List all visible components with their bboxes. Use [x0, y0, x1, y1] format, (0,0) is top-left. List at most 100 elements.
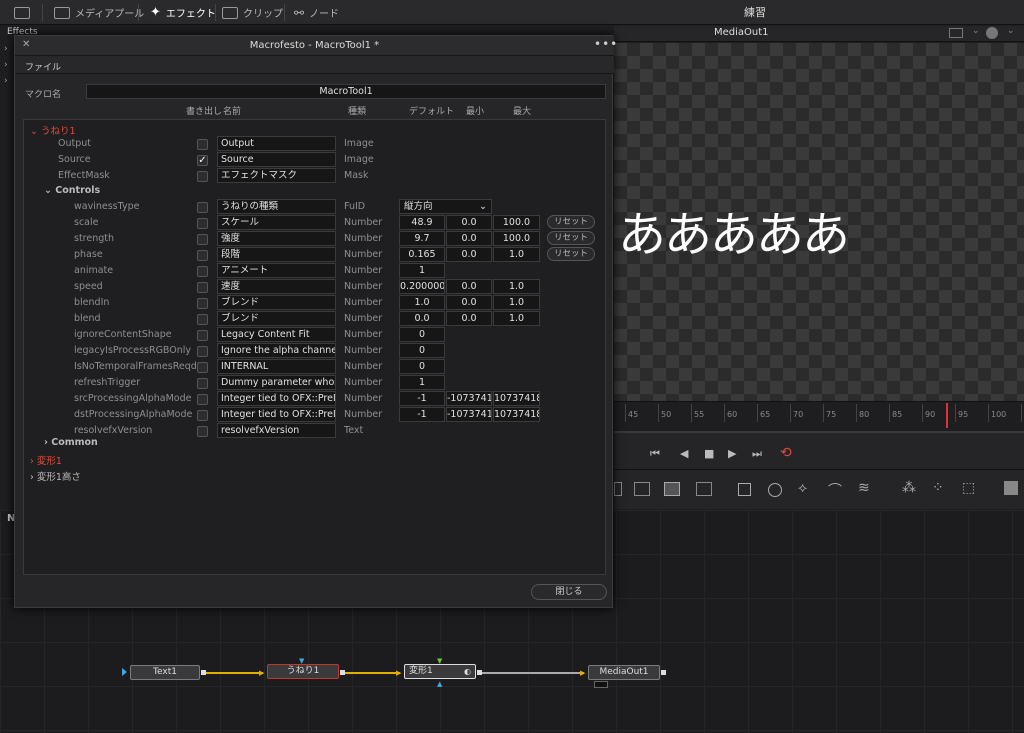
node-uneri1[interactable]: うねり1 — [267, 664, 339, 679]
min-input[interactable]: 0.0 — [446, 279, 492, 294]
default-input[interactable]: 1 — [399, 375, 445, 390]
default-input[interactable]: 0.200000 — [399, 279, 445, 294]
min-input[interactable]: -1073741 — [446, 391, 492, 406]
param-name-input[interactable]: Dummy parameter whose — [217, 375, 336, 390]
section-uneri[interactable]: ⌄ うねり1 — [30, 123, 76, 137]
param-name-input[interactable]: うねりの種類 — [217, 199, 336, 214]
param-name-input[interactable]: resolvefxVersion — [217, 423, 336, 438]
media-pool-button[interactable]: メディアプール — [54, 0, 144, 25]
export-checkbox[interactable] — [197, 171, 208, 182]
param-name-input[interactable]: Integer tied to OFX::PreMu — [217, 407, 336, 422]
chevron-right-icon[interactable]: › — [4, 76, 8, 86]
param-name-input[interactable]: 速度 — [217, 279, 336, 294]
node-text1[interactable]: Text1 — [130, 665, 200, 680]
close-button[interactable]: 閉じる — [531, 584, 607, 600]
section-controls[interactable]: ⌄ Controls — [44, 185, 100, 196]
min-input[interactable]: 0.0 — [446, 215, 492, 230]
loop-icon[interactable]: ⟲ — [780, 445, 792, 461]
max-input[interactable]: 100.0 — [493, 231, 540, 246]
default-input[interactable]: 0.0 — [399, 311, 445, 326]
panel-toggle-button[interactable] — [14, 0, 30, 25]
default-input[interactable]: -1 — [399, 391, 445, 406]
more-options-icon[interactable]: ••• — [594, 37, 618, 51]
export-checkbox[interactable] — [197, 266, 208, 277]
reset-button[interactable]: リセット — [547, 247, 595, 261]
max-input[interactable]: 1.0 — [493, 295, 540, 310]
param-name-input[interactable]: Ignore the alpha channel — [217, 343, 336, 358]
export-checkbox[interactable] — [197, 378, 208, 389]
viewer-options-icon[interactable] — [949, 28, 963, 38]
param-name-input[interactable]: INTERNAL — [217, 359, 336, 374]
max-input[interactable]: 100.0 — [493, 215, 540, 230]
effects-button[interactable]: ✦ エフェクト — [150, 0, 216, 25]
timeline-ruler[interactable]: 4550556065707580859095100105 — [614, 401, 1024, 431]
default-input[interactable]: -1 — [399, 407, 445, 422]
max-input[interactable]: 1.0 — [493, 247, 540, 262]
bspline-mask-icon[interactable]: ⌒ — [828, 480, 842, 500]
section-henkei[interactable]: › 変形1 — [30, 453, 62, 467]
export-checkbox[interactable] — [197, 410, 208, 421]
default-dropdown[interactable]: 縦方向 ⌄ — [399, 199, 492, 214]
play-icon[interactable]: ▶ — [728, 447, 736, 460]
param-name-input[interactable]: Output — [217, 136, 336, 151]
node-henkei1[interactable]: 変形1 ◐ — [404, 664, 476, 679]
chevron-right-icon[interactable]: › — [4, 44, 8, 54]
max-input[interactable]: 10737418 — [493, 391, 540, 406]
export-checkbox[interactable]: ✓ — [197, 155, 208, 166]
playhead[interactable] — [946, 403, 948, 428]
max-input[interactable]: 1.0 — [493, 311, 540, 326]
tool-icon[interactable] — [696, 482, 712, 496]
default-input[interactable]: 0 — [399, 359, 445, 374]
export-checkbox[interactable] — [197, 330, 208, 341]
default-input[interactable]: 1.0 — [399, 295, 445, 310]
max-input[interactable]: 10737418 — [493, 407, 540, 422]
min-input[interactable]: 0.0 — [446, 311, 492, 326]
paint-icon[interactable]: ≋ — [858, 480, 870, 496]
nodes-button[interactable]: ⚯ ノード — [294, 0, 339, 25]
default-input[interactable]: 0 — [399, 343, 445, 358]
min-input[interactable]: 0.0 — [446, 247, 492, 262]
tool-icon[interactable] — [664, 482, 680, 496]
param-name-input[interactable]: Integer tied to OFX::PreMu — [217, 391, 336, 406]
export-checkbox[interactable] — [197, 218, 208, 229]
chevron-down-icon[interactable]: ⌄ — [972, 26, 980, 36]
param-name-input[interactable]: 段階 — [217, 247, 336, 262]
export-checkbox[interactable] — [197, 346, 208, 357]
export-checkbox[interactable] — [197, 314, 208, 325]
param-name-input[interactable]: ブレンド — [217, 311, 336, 326]
default-input[interactable]: 48.9 — [399, 215, 445, 230]
export-checkbox[interactable] — [197, 362, 208, 373]
chevron-down-icon[interactable]: ⌄ — [1007, 26, 1015, 36]
skip-back-icon[interactable]: ⏮ — [650, 447, 660, 461]
tool-icon[interactable] — [614, 482, 622, 496]
export-checkbox[interactable] — [197, 282, 208, 293]
macro-name-input[interactable]: MacroTool1 — [86, 84, 606, 99]
default-input[interactable]: 0 — [399, 327, 445, 342]
export-checkbox[interactable] — [197, 426, 208, 437]
polygon-mask-icon[interactable]: ⟡ — [798, 480, 807, 496]
tool-icon[interactable] — [634, 482, 650, 496]
param-name-input[interactable]: 強度 — [217, 231, 336, 246]
ellipse-mask-icon[interactable] — [768, 483, 782, 497]
export-checkbox[interactable] — [197, 202, 208, 213]
default-input[interactable]: 9.7 — [399, 231, 445, 246]
export-checkbox[interactable] — [197, 234, 208, 245]
skip-forward-icon[interactable]: ⏭ — [752, 447, 762, 461]
output-port[interactable] — [661, 670, 666, 675]
rectangle-mask-icon[interactable] — [738, 483, 751, 496]
play-reverse-icon[interactable]: ◀ — [680, 447, 688, 460]
param-name-input[interactable]: エフェクトマスク — [217, 168, 336, 183]
globe-icon[interactable] — [986, 27, 998, 39]
param-name-input[interactable]: スケール — [217, 215, 336, 230]
export-checkbox[interactable] — [197, 250, 208, 261]
render-icon[interactable]: ⬚ — [962, 480, 975, 496]
clips-button[interactable]: クリップ — [222, 0, 283, 25]
param-name-input[interactable]: Source — [217, 152, 336, 167]
stop-icon[interactable]: ■ — [704, 447, 714, 460]
min-input[interactable]: -1073741 — [446, 407, 492, 422]
param-name-input[interactable]: Legacy Content Fit — [217, 327, 336, 342]
export-checkbox[interactable] — [197, 139, 208, 150]
node-mediaout1[interactable]: MediaOut1 — [588, 665, 660, 680]
max-input[interactable]: 1.0 — [493, 279, 540, 294]
param-name-input[interactable]: ブレンド — [217, 295, 336, 310]
